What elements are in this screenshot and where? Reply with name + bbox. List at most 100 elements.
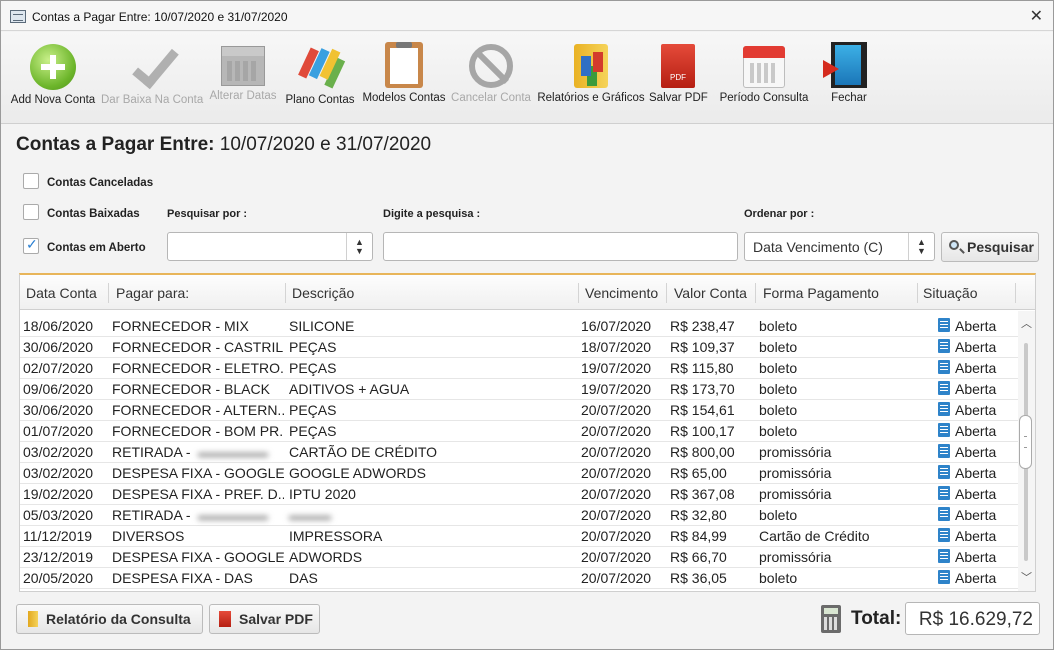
cell-date: 18/06/2020 [23,318,94,334]
table-row[interactable]: 20/05/2020 DESPESA FIXA - DAS DAS 20/07/202… [20,568,1018,589]
calendar-icon [743,46,785,88]
cell-payee: FORNECEDOR - ELETRO... [112,360,284,376]
close-icon[interactable]: ✕ [1030,6,1043,26]
cancel-icon [469,44,513,88]
cell-payment: promissória [759,486,832,502]
query-period-button[interactable]: Período Consulta [713,40,815,104]
table-row[interactable]: 19/02/2020 DESPESA FIXA - PREF. D... IPTU … [20,484,1018,505]
cell-due: 18/07/2020 [581,339,652,355]
scroll-thumb[interactable] [1019,415,1032,469]
cell-description: ADWORDS [289,549,363,565]
cell-due: 16/07/2020 [581,318,652,334]
search-button-label: Pesquisar [967,239,1034,255]
table-row[interactable]: 23/12/2019 DESPESA FIXA - GOOGLE ADWORDS 20… [20,547,1018,568]
col-header-payee[interactable]: Pagar para: [116,285,189,301]
cell-description: DAS [289,570,318,586]
cell-payee: FORNECEDOR - MIX [112,318,249,334]
vertical-scrollbar[interactable]: ︿ ﹀ [1018,311,1035,591]
cell-date: 03/02/2020 [23,465,94,481]
reports-label: Relatórios e Gráficos [537,92,645,104]
total-value: R$ 16.629,72 [905,602,1040,635]
add-account-button[interactable]: Add Nova Conta [9,40,97,106]
cell-due: 20/07/2020 [581,549,652,565]
cell-due: 20/07/2020 [581,444,652,460]
mark-paid-label: Dar Baixa Na Conta [101,94,204,106]
cell-date: 03/02/2020 [23,444,94,460]
cell-amount: R$ 100,17 [670,423,735,439]
cell-date: 01/07/2020 [23,423,94,439]
col-header-payment[interactable]: Forma Pagamento [763,285,879,301]
table-row[interactable]: 05/03/2020 RETIRADA - ▬▬▬▬▬ ▬▬▬ 20/07/2020 R… [20,505,1018,526]
cell-due: 20/07/2020 [581,402,652,418]
paid-checkbox[interactable] [23,204,39,220]
col-header-due[interactable]: Vencimento [585,285,658,301]
canceled-checkbox[interactable] [23,173,39,189]
search-by-select[interactable]: ▲ ▼ [167,232,373,261]
change-dates-button[interactable]: Alterar Datas [208,40,278,102]
status-icon [938,381,950,395]
cell-date: 11/12/2019 [23,528,93,544]
cell-payment: boleto [759,423,798,439]
cancel-account-button[interactable]: Cancelar Conta [451,40,531,104]
pdf-icon [219,611,231,627]
cell-description: IPTU 2020 [289,486,356,502]
column-divider [285,283,286,303]
table-row[interactable]: 11/12/2019 DIVERSOS IMPRESSORA 20/07/2020 R$… [20,526,1018,547]
cell-payee: DESPESA FIXA - PREF. D... [112,486,284,502]
search-input[interactable] [383,232,738,261]
table-row[interactable]: 09/06/2020 FORNECEDOR - BLACK ADITIVOS + A… [20,379,1018,400]
table-row[interactable]: 18/06/2020 FORNECEDOR - MIX SILICONE 16/07/… [20,316,1018,337]
col-header-amount[interactable]: Valor Conta [674,285,747,301]
chart-of-accounts-button[interactable]: Plano Contas [284,40,356,106]
table-row[interactable]: 03/02/2020 DESPESA FIXA - GOOGLE GOOGLE AD… [20,463,1018,484]
save-pdf-toolbar-button[interactable]: Salvar PDF [649,40,708,104]
order-by-select[interactable]: Data Vencimento (C) ▲ ▼ [744,232,935,261]
title-bar: Contas a Pagar Entre: 10/07/2020 e 31/07… [1,1,1053,31]
mark-paid-button[interactable]: Dar Baixa Na Conta [101,40,203,106]
page-title-range: 10/07/2020 e 31/07/2020 [219,134,432,155]
reports-button[interactable]: Relatórios e Gráficos [537,40,645,104]
cell-payee: FORNECEDOR - ALTERN... [112,402,284,418]
add-account-label: Add Nova Conta [10,94,96,106]
save-pdf-button[interactable]: Salvar PDF [209,604,320,634]
window-title: Contas a Pagar Entre: 10/07/2020 e 31/07… [32,10,288,24]
cell-amount: R$ 115,80 [670,360,734,376]
account-templates-button[interactable]: Modelos Contas [361,40,447,104]
page-title-label: Contas a Pagar Entre: [16,134,215,155]
table-row[interactable]: 30/06/2020 FORNECEDOR - CASTRIL... PEÇAS 18… [20,337,1018,358]
table-row[interactable]: 03/02/2020 RETIRADA - ▬▬▬▬▬ CARTÃO DE CRÉD… [20,442,1018,463]
query-report-button[interactable]: Relatório da Consulta [16,604,203,634]
column-divider [108,283,109,303]
column-divider [666,283,667,303]
open-checkbox[interactable] [23,236,39,254]
paid-checkbox-label: Contas Baixadas [47,208,140,220]
cell-payment: boleto [759,381,798,397]
account-templates-label: Modelos Contas [362,92,446,104]
page-title: Contas a Pagar Entre: 10/07/2020 e 31/07… [16,134,431,156]
calendar-icon [221,46,265,86]
scroll-up-icon[interactable]: ︿ [1021,315,1032,331]
redacted-text: ▬▬▬ [289,507,331,523]
query-period-label: Período Consulta [719,92,809,104]
cell-amount: R$ 238,47 [670,318,735,334]
table-row[interactable]: 30/06/2020 FORNECEDOR - ALTERN... PEÇAS 20/… [20,400,1018,421]
table-row[interactable]: 02/07/2020 FORNECEDOR - ELETRO... PEÇAS 19/… [20,358,1018,379]
status-icon [938,444,950,458]
app-icon [10,10,26,23]
col-header-description[interactable]: Descrição [292,285,354,301]
cell-payment: Cartão de Crédito [759,528,870,544]
col-header-status[interactable]: Situação [923,285,977,301]
cell-payment: promissória [759,444,832,460]
cell-amount: R$ 36,05 [670,570,727,586]
scroll-down-icon[interactable]: ﹀ [1021,569,1032,585]
cell-date: 20/05/2020 [23,570,94,586]
search-button[interactable]: Pesquisar [941,232,1039,262]
cell-amount: R$ 109,37 [670,339,735,355]
table-row[interactable]: 01/07/2020 FORNECEDOR - BOM PR... PEÇAS 20/… [20,421,1018,442]
spinner-arrows-icon: ▲ ▼ [908,233,934,260]
close-button[interactable]: Fechar [823,40,875,104]
col-header-date[interactable]: Data Conta [26,285,97,301]
add-icon [30,44,76,90]
cell-payee: FORNECEDOR - CASTRIL... [112,339,284,355]
status-icon [938,360,950,374]
